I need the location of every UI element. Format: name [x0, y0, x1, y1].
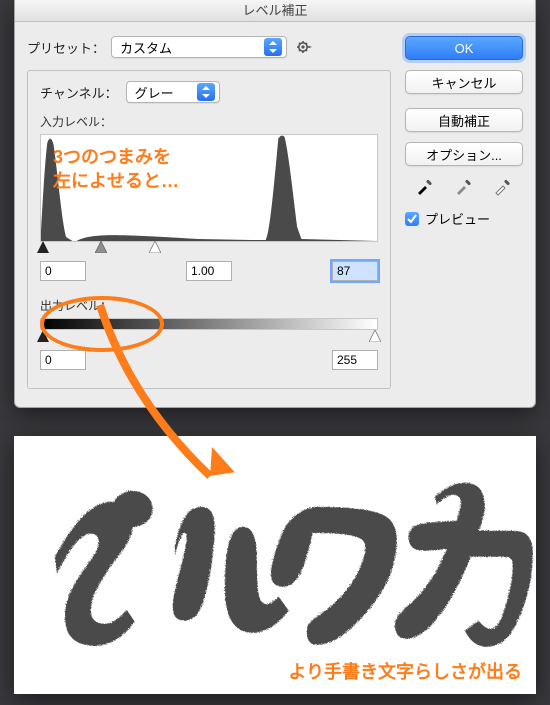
gamma-thumb[interactable] [95, 241, 107, 253]
output-levels-label: 出力レベル： [40, 297, 378, 314]
eyedropper-black-icon[interactable] [412, 176, 438, 199]
eyedropper-white-icon[interactable] [490, 176, 516, 199]
chevron-updown-icon [264, 38, 282, 56]
output-white-field[interactable] [332, 350, 378, 370]
output-black-thumb[interactable] [37, 330, 49, 342]
preset-combo[interactable]: カスタム [111, 36, 287, 58]
output-black-field[interactable] [40, 350, 86, 370]
output-gradient [40, 318, 378, 330]
annotation-result: より手書き文字らしさが出る [288, 658, 522, 684]
white-point-thumb[interactable] [149, 241, 161, 253]
chevron-updown-icon [197, 83, 215, 101]
levels-dialog: レベル補正 プリセット： カスタム チャンネル： グレー [14, 0, 536, 408]
result-preview: より手書き文字らしさが出る [14, 436, 536, 694]
cancel-button[interactable]: キャンセル [405, 70, 523, 94]
input-black-field[interactable] [40, 261, 86, 281]
auto-button[interactable]: 自動補正 [405, 108, 523, 132]
input-white-field[interactable] [332, 261, 378, 281]
channel-combo[interactable]: グレー [126, 81, 220, 103]
preview-checkbox[interactable] [405, 212, 419, 226]
output-slider-track[interactable] [40, 330, 378, 344]
preview-label: プレビュー [425, 209, 490, 228]
channel-value: グレー [135, 83, 191, 102]
levels-panel: チャンネル： グレー 入力レベル： 3つのつまみを 左 [27, 70, 391, 389]
channel-label: チャンネル： [40, 83, 118, 102]
input-levels-label: 入力レベル： [40, 113, 378, 130]
black-point-thumb[interactable] [37, 241, 49, 253]
options-button[interactable]: オプション... [405, 142, 523, 166]
output-white-thumb[interactable] [369, 330, 381, 342]
histogram: 3つのつまみを 左によせると… [40, 134, 378, 242]
preset-label: プリセット： [27, 38, 105, 57]
gear-icon[interactable] [293, 36, 315, 58]
dialog-title: レベル補正 [15, 0, 535, 22]
ok-button[interactable]: OK [405, 36, 523, 60]
input-gamma-field[interactable] [186, 261, 232, 281]
eyedropper-gray-icon[interactable] [451, 176, 477, 199]
input-slider-track[interactable] [40, 241, 378, 255]
preset-value: カスタム [120, 38, 258, 57]
